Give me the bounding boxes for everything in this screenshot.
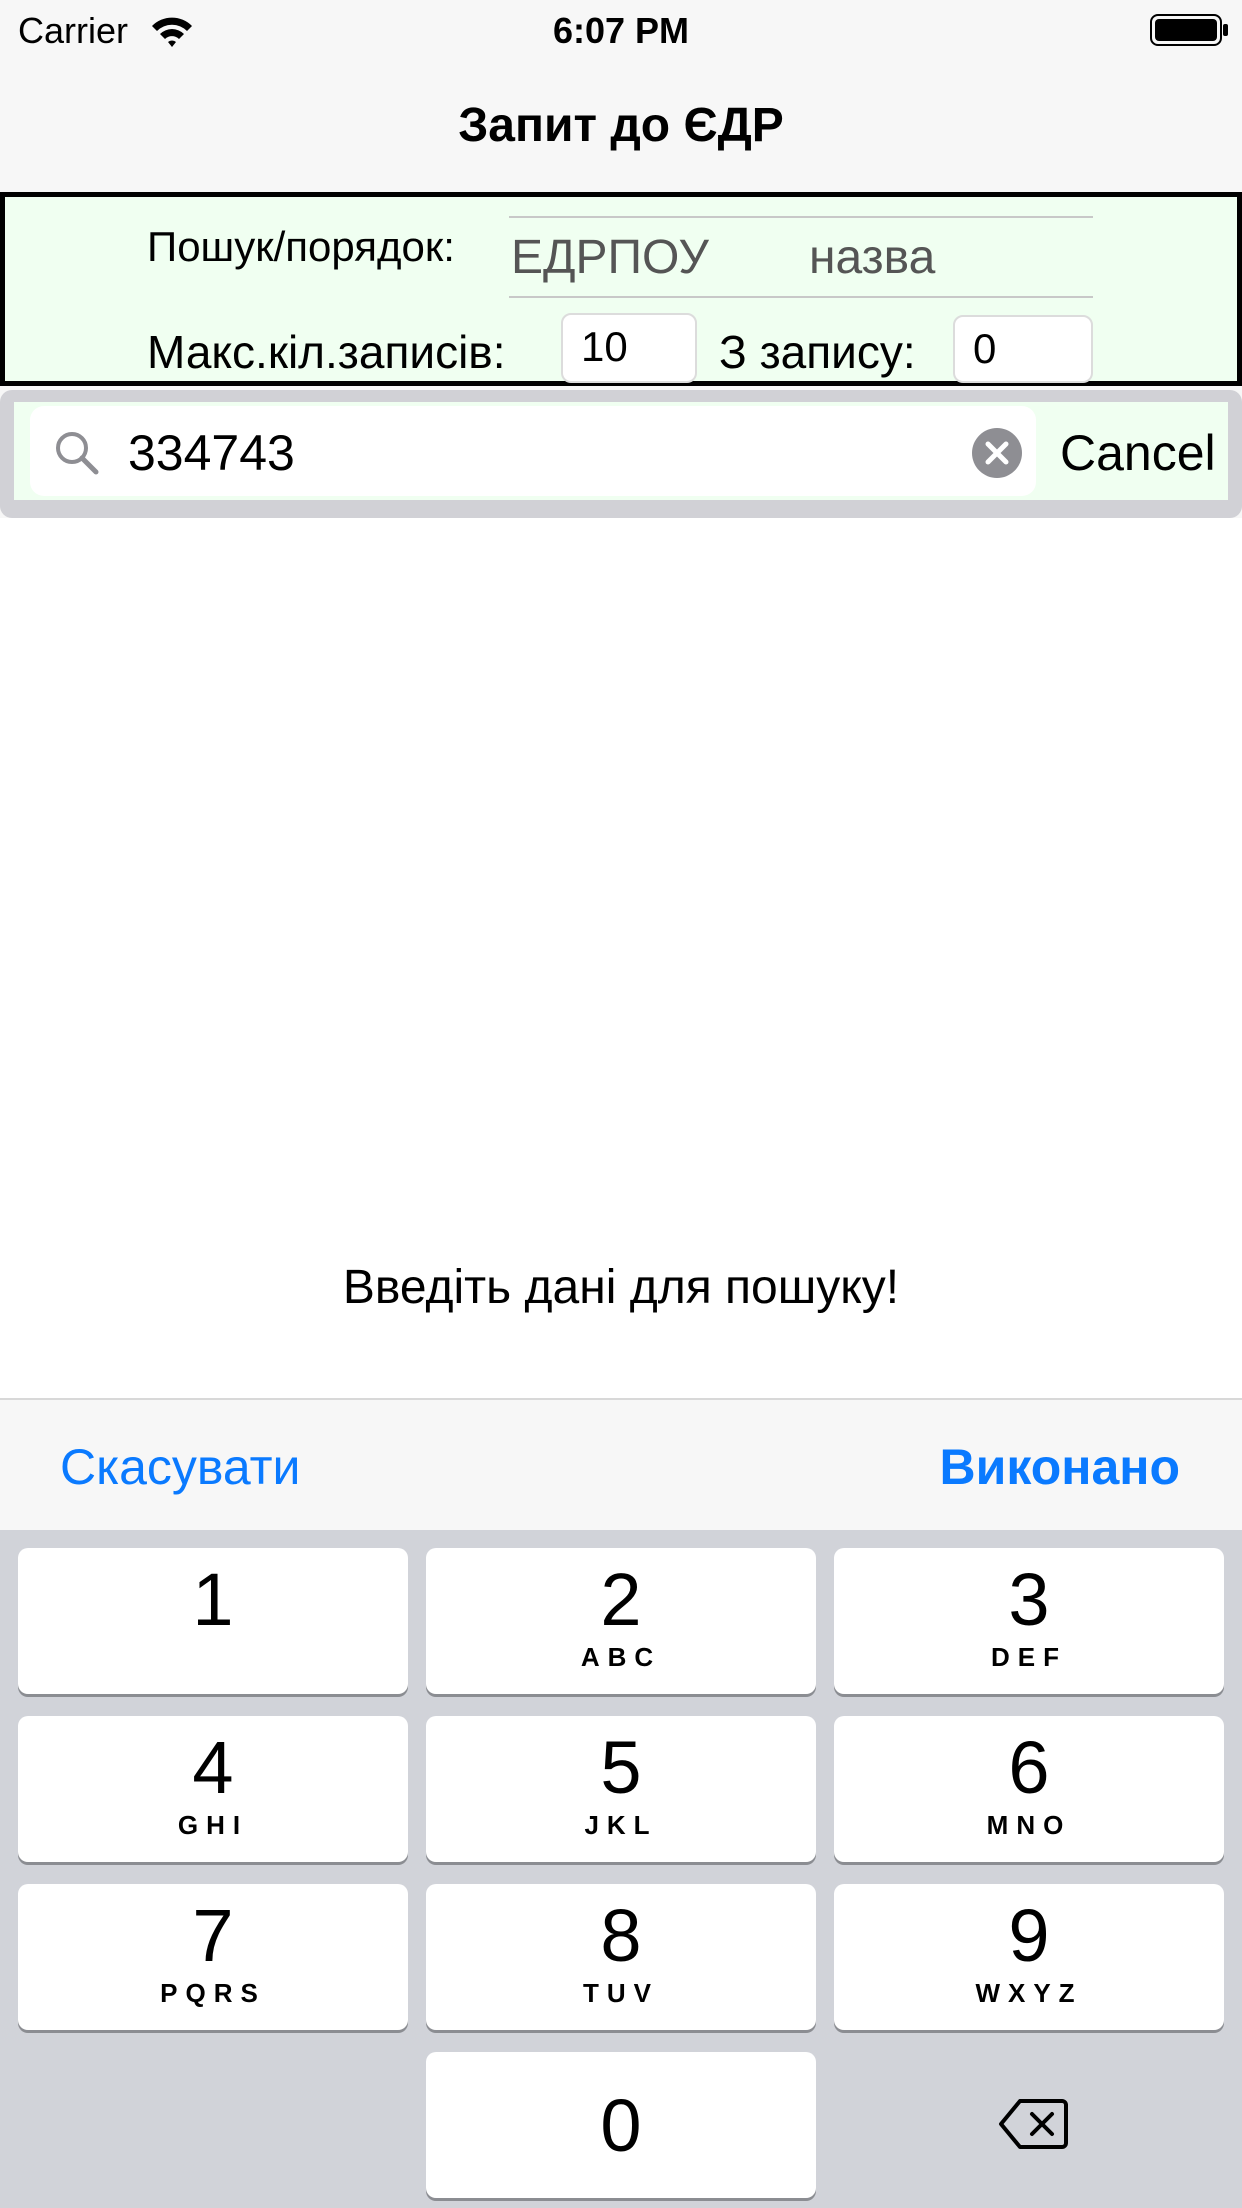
cancel-button[interactable]: Cancel: [1060, 424, 1216, 482]
key-letters: PQRS: [160, 1978, 266, 2008]
key-letters: DEF: [991, 1642, 1067, 1672]
key-0[interactable]: 0: [426, 2052, 816, 2198]
status-time: 6:07 PM: [552, 10, 690, 51]
key-2[interactable]: 2 ABC: [426, 1548, 816, 1694]
search-bar: 334743 Cancel: [0, 390, 1242, 518]
battery-icon: [1150, 14, 1228, 46]
key-4[interactable]: 4 GHI: [18, 1716, 408, 1862]
keyboard-toolbar: Скасувати Виконано: [0, 1398, 1242, 1530]
empty-state-message: Введіть дані для пошуку!: [342, 1261, 900, 1314]
key-digit: 8: [600, 1894, 642, 1977]
status-bar: Carrier 6:07 PM: [0, 0, 1242, 62]
key-letters: GHI: [177, 1810, 249, 1840]
key-letters: ABC: [580, 1642, 662, 1672]
key-digit: 9: [1008, 1894, 1050, 1977]
search-input-value: 334743: [128, 425, 295, 481]
key-digit: 6: [1008, 1726, 1050, 1809]
search-input[interactable]: 334743: [30, 406, 1036, 496]
max-records-field[interactable]: 10: [561, 313, 697, 383]
search-order-label: Пошук/порядок:: [147, 223, 455, 270]
navigation-bar: Запит до ЄДР: [0, 62, 1242, 192]
key-digit: 0: [600, 2084, 642, 2167]
backspace-icon: [999, 2099, 1068, 2149]
results-area: Введіть дані для пошуку!: [0, 518, 1242, 1398]
segment-edrpou[interactable]: ЕДРПОУ: [511, 230, 709, 285]
key-5[interactable]: 5 JKL: [426, 1716, 816, 1862]
filter-panel: Пошук/порядок: ЕДРПОУ назва Макс.кіл.зап…: [0, 192, 1242, 386]
key-letters: WXYZ: [975, 1978, 1083, 2008]
key-3[interactable]: 3 DEF: [834, 1548, 1224, 1694]
toolbar-done-button[interactable]: Виконано: [939, 1438, 1180, 1496]
clear-icon[interactable]: [972, 428, 1022, 478]
key-letters: TUV: [583, 1978, 659, 2008]
page-title: Запит до ЄДР: [458, 99, 784, 152]
key-digit: 1: [192, 1558, 234, 1641]
search-icon: [56, 432, 99, 475]
key-7[interactable]: 7 PQRS: [18, 1884, 408, 2030]
max-records-label: Макс.кіл.записів:: [147, 326, 506, 378]
search-order-picker[interactable]: ЕДРПОУ назва: [509, 216, 1093, 298]
key-letters: JKL: [584, 1810, 658, 1840]
key-digit: 5: [600, 1726, 642, 1809]
search-bar-inner: 334743 Cancel: [14, 402, 1228, 500]
numeric-keyboard: 1 2 ABC 3 DEF 4 GHI 5 JKL 6 MNO 7 PQRS 8…: [0, 1530, 1242, 2208]
segment-name[interactable]: назва: [809, 230, 935, 285]
key-8[interactable]: 8 TUV: [426, 1884, 816, 2030]
key-letters: MNO: [986, 1810, 1072, 1840]
key-digit: 7: [192, 1894, 234, 1977]
key-1[interactable]: 1: [18, 1548, 408, 1694]
from-record-field[interactable]: 0: [953, 315, 1093, 383]
key-6[interactable]: 6 MNO: [834, 1716, 1224, 1862]
key-digit: 2: [600, 1558, 642, 1641]
key-digit: 3: [1008, 1558, 1050, 1641]
from-record-label: З запису:: [719, 326, 916, 378]
toolbar-cancel-button[interactable]: Скасувати: [60, 1438, 300, 1496]
key-digit: 4: [192, 1726, 234, 1809]
key-9[interactable]: 9 WXYZ: [834, 1884, 1224, 2030]
delete-key[interactable]: [834, 2052, 1224, 2198]
